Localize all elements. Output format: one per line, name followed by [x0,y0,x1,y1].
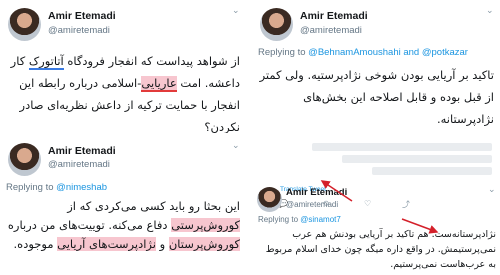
user-handle[interactable]: @amiretemadi [48,159,110,170]
chevron-down-icon[interactable]: ⌄ [232,141,240,151]
reply-mention-link[interactable]: @BehnamAmoushahi and @potkazar [308,47,468,58]
reply-context: Replying to @BehnamAmoushahi and @potkaz… [258,47,468,58]
tweet-card-4: Translate Tweet 💬 ⟲ ♡ ⤴ Amir Etemadi @am… [252,139,500,275]
tweet-text: از شواهد پیداست که انفجار فرودگاه آتاتور… [10,54,240,133]
display-name[interactable]: Amir Etemadi [48,145,116,157]
display-name[interactable]: Amir Etemadi [300,10,368,22]
tweet-card-3: Amir Etemadi @amiretemadi ⌄ Replying to … [0,139,247,275]
tweet-card-2: Amir Etemadi @amiretemadi ⌄ Replying to … [252,0,500,133]
panel-divider-horizontal [0,133,500,139]
chevron-down-icon[interactable]: ⌄ [486,6,494,16]
annotation-arrow-icon [320,180,439,234]
avatar[interactable] [8,143,41,176]
tweet-text: تاکید بر آریایی بودن شوخی نژادپرستیه. ول… [259,68,494,126]
reply-mention-link[interactable]: @nimeshab [56,182,107,193]
reply-context: Replying to @nimeshab [6,182,108,193]
avatar[interactable] [8,8,41,41]
display-name[interactable]: Amir Etemadi [48,10,116,22]
chevron-down-icon[interactable]: ⌄ [232,6,240,16]
tweet-card-1: Amir Etemadi @amiretemadi ⌄ از شواهد پید… [0,0,247,133]
user-handle[interactable]: @amiretemadi [300,25,362,36]
tweet-text: این بحثا رو باید کسی می‌کردی که از کوروش… [7,199,240,251]
avatar[interactable] [260,8,293,41]
user-handle[interactable]: @amiretemadi [48,25,110,36]
